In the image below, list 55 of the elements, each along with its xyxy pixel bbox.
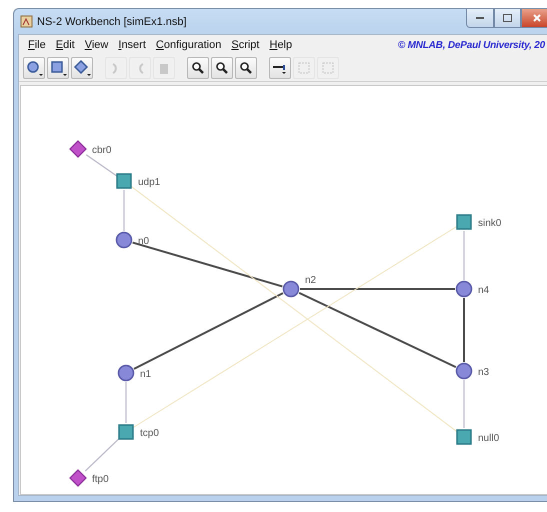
node-label: udp1 xyxy=(138,177,160,188)
node-label: n3 xyxy=(478,367,490,378)
toolbar-button[interactable] xyxy=(235,57,257,79)
group-icon xyxy=(297,61,311,75)
node-label: tcp0 xyxy=(140,428,159,439)
node-circle[interactable] xyxy=(456,280,472,298)
maximize-icon xyxy=(503,14,512,22)
circle-tool-icon xyxy=(25,59,43,77)
app-icon xyxy=(20,15,33,28)
toolbar-button[interactable] xyxy=(211,57,233,79)
node-label: n1 xyxy=(140,369,152,380)
menu-item[interactable]: Edit xyxy=(50,39,80,51)
node-label: n2 xyxy=(305,275,316,286)
node-circle[interactable] xyxy=(282,280,300,298)
minimize-button[interactable] xyxy=(466,9,494,28)
copyright-text: © MNLAB, DePaul University, 20 xyxy=(398,40,546,50)
node-label: cbr0 xyxy=(92,145,112,156)
close-button[interactable] xyxy=(521,9,547,28)
menu-item[interactable]: Insert xyxy=(113,39,151,51)
agent-square[interactable] xyxy=(118,424,134,440)
node-circle[interactable] xyxy=(118,364,134,382)
menu-item[interactable]: File xyxy=(23,39,51,51)
node-circle[interactable] xyxy=(456,362,472,380)
group-icon xyxy=(321,61,335,75)
node-label: sink0 xyxy=(478,218,502,229)
link-line[interactable] xyxy=(134,292,284,370)
magnifier-icon xyxy=(191,61,205,75)
window-title: NS-2 Workbench [simEx1.nsb] xyxy=(37,16,187,28)
agent-square[interactable] xyxy=(116,173,132,189)
menu-item[interactable]: Script xyxy=(226,39,264,51)
close-icon xyxy=(533,14,541,22)
toolbar-button[interactable] xyxy=(23,57,45,79)
menu-item[interactable]: View xyxy=(80,39,114,51)
toolbar-button[interactable] xyxy=(71,57,93,79)
agent-square[interactable] xyxy=(456,214,472,230)
magnifier-icon xyxy=(239,61,253,75)
node-label: n4 xyxy=(478,285,490,296)
node-circle[interactable] xyxy=(116,232,132,248)
diamond-tool-icon xyxy=(73,59,91,77)
application-diamond[interactable] xyxy=(69,469,87,487)
menu-item[interactable]: Help xyxy=(264,39,298,51)
menu-item[interactable]: Configuration xyxy=(150,39,226,51)
node-label: null0 xyxy=(478,433,500,444)
toolbar-button[interactable] xyxy=(187,57,209,79)
link-line[interactable] xyxy=(298,292,456,368)
application-diamond[interactable] xyxy=(69,140,87,158)
node-label: ftp0 xyxy=(92,474,109,485)
toolbar-button[interactable] xyxy=(269,57,291,79)
toolbar-button[interactable] xyxy=(47,57,69,79)
minimize-icon xyxy=(476,16,484,20)
agent-square[interactable] xyxy=(456,429,472,445)
node-label: n0 xyxy=(138,236,150,247)
magnifier-icon xyxy=(215,61,229,75)
maximize-button[interactable] xyxy=(494,9,521,28)
square-tool-icon xyxy=(49,59,67,77)
